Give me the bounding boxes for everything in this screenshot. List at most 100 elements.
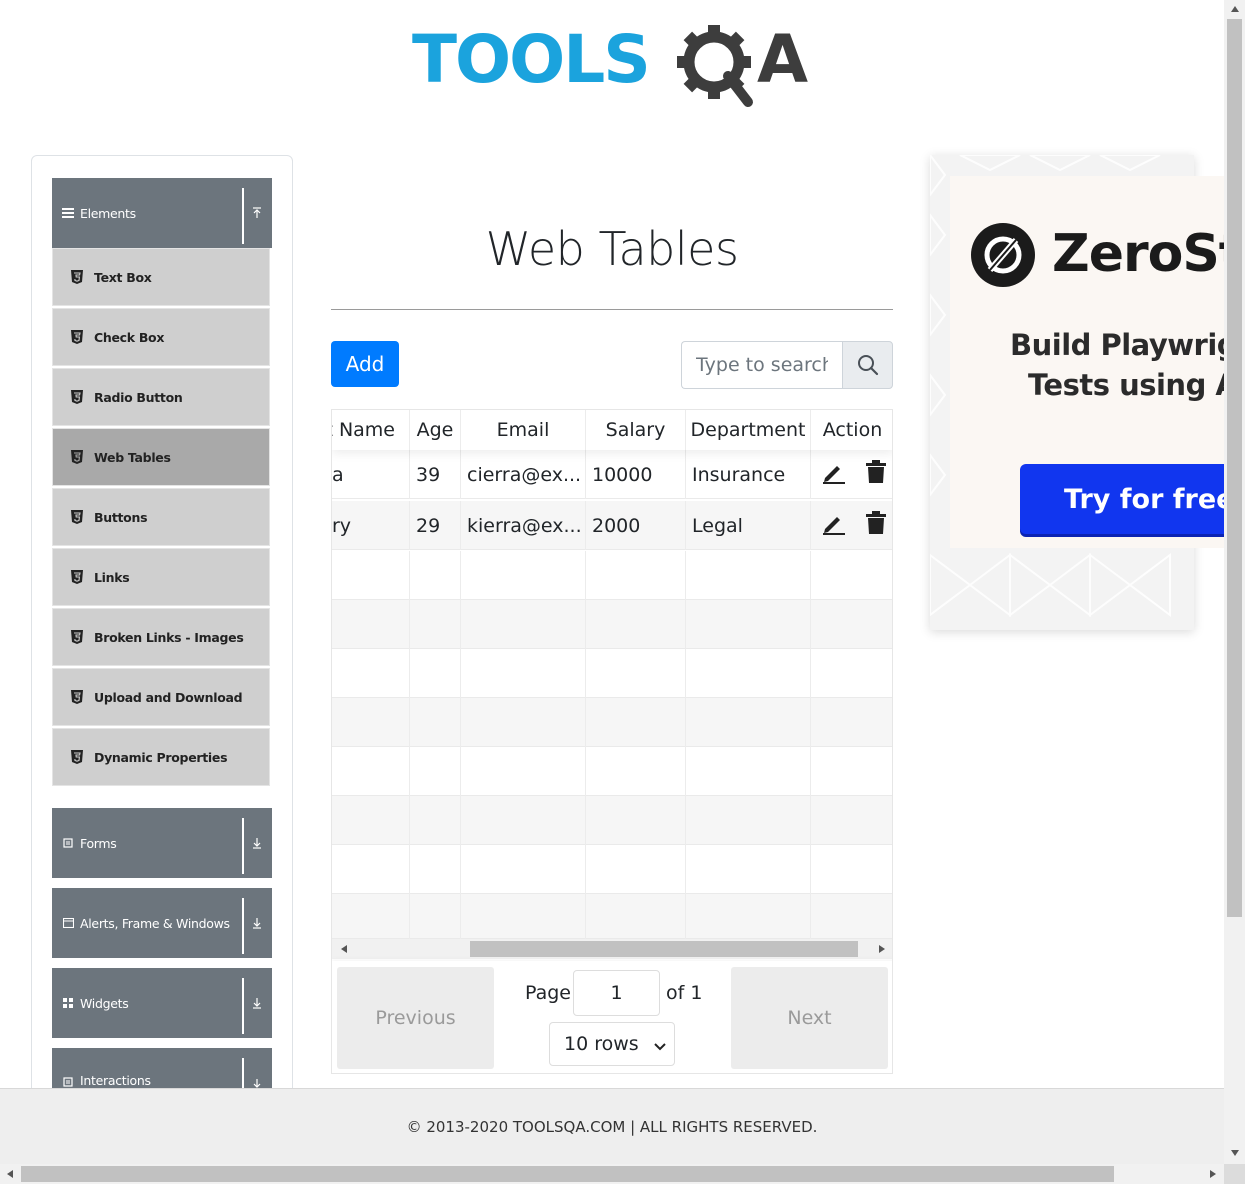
page-number-input[interactable]: [573, 970, 660, 1016]
rows-per-page-select[interactable]: 10 rows: [549, 1022, 675, 1066]
html5-icon: [70, 750, 84, 764]
search-button[interactable]: [842, 341, 893, 389]
sidebar-item-label: Dynamic Properties: [94, 749, 228, 765]
collapse-arrow-icon[interactable]: [250, 178, 264, 248]
group-interactions[interactable]: Interactions: [52, 1048, 272, 1088]
scrollbar-thumb[interactable]: [1227, 19, 1242, 917]
cell-last-name: ry: [332, 501, 410, 550]
advertisement[interactable]: ZeroSt Build Playwrig Tests using A Try …: [930, 155, 1226, 630]
html5-icon: [70, 450, 84, 464]
sidebar-item-text-box[interactable]: Text Box: [52, 248, 270, 306]
page-horizontal-scrollbar[interactable]: [0, 1164, 1224, 1184]
add-button[interactable]: Add: [331, 341, 399, 387]
scroll-left-arrow-icon[interactable]: [3, 1167, 17, 1181]
header-last-name[interactable]: t Name: [332, 410, 410, 450]
scroll-right-arrow-icon[interactable]: [1206, 1167, 1220, 1181]
group-label: Forms: [80, 835, 117, 851]
ad-brand: ZeroSt: [1052, 224, 1226, 284]
scrollbar-corner: [1224, 1164, 1245, 1184]
group-label: Elements: [80, 205, 136, 221]
sidebar-item-label: Web Tables: [94, 449, 171, 465]
header-action[interactable]: Action: [811, 410, 892, 450]
edit-icon[interactable]: [821, 460, 845, 489]
expand-arrow-icon[interactable]: [250, 808, 264, 878]
table-row-empty: [332, 894, 892, 943]
ad-headline-1: Build Playwrig: [1010, 328, 1226, 362]
header-age[interactable]: Age: [410, 410, 461, 450]
table-row-empty: [332, 845, 892, 894]
sidebar-item-label: Broken Links - Images: [94, 629, 244, 645]
delete-icon[interactable]: [865, 460, 887, 489]
cell-age: 29: [410, 501, 461, 550]
sidebar-item-label: Radio Button: [94, 389, 183, 405]
cell-age: 39: [410, 450, 461, 499]
group-forms[interactable]: Forms: [52, 808, 272, 878]
group-separator: [242, 978, 244, 1034]
toolsqa-logo[interactable]: TOOLS A: [412, 20, 816, 114]
expand-arrow-icon[interactable]: [250, 968, 264, 1038]
html5-icon: [70, 510, 84, 524]
cell-action: [811, 501, 892, 550]
scroll-down-arrow-icon[interactable]: [1228, 1146, 1242, 1160]
header-department[interactable]: Department: [686, 410, 811, 450]
web-table: t Name Age Email Salary Department Actio…: [331, 409, 893, 1074]
rows-per-page-value: 10 rows: [564, 1033, 639, 1055]
expand-arrow-icon[interactable]: [250, 1048, 264, 1088]
search-input[interactable]: [681, 341, 842, 389]
table-row-empty: [332, 649, 892, 698]
next-button[interactable]: Next: [731, 967, 888, 1069]
html5-icon: [70, 570, 84, 584]
html5-icon: [70, 330, 84, 344]
ad-try-free-button[interactable]: Try for free →: [1020, 464, 1226, 534]
logo-tools-text: TOOLS: [412, 21, 649, 98]
group-alerts-frame-windows[interactable]: Alerts, Frame & Windows: [52, 888, 272, 958]
sidebar-item-web-tables[interactable]: Web Tables: [52, 428, 270, 486]
logo-a-text: A: [757, 21, 808, 98]
sidebar-item-label: Links: [94, 569, 130, 585]
footer: © 2013-2020 TOOLSQA.COM | ALL RIGHTS RES…: [0, 1088, 1224, 1164]
group-widgets[interactable]: Widgets: [52, 968, 272, 1038]
form-icon: [62, 1076, 74, 1088]
hamburger-icon: [62, 207, 74, 219]
table-row-empty: [332, 747, 892, 796]
scroll-right-arrow-icon[interactable]: [874, 939, 890, 959]
header-email[interactable]: Email: [461, 410, 586, 450]
group-label: Interactions: [80, 1073, 151, 1088]
page-vertical-scrollbar[interactable]: [1224, 0, 1245, 1164]
sidebar-item-label: Buttons: [94, 509, 148, 525]
sidebar-item-radio-button[interactable]: Radio Button: [52, 368, 270, 426]
html5-icon: [70, 390, 84, 404]
previous-button[interactable]: Previous: [337, 967, 494, 1069]
sidebar-item-check-box[interactable]: Check Box: [52, 308, 270, 366]
edit-icon[interactable]: [821, 511, 845, 540]
header-salary[interactable]: Salary: [586, 410, 686, 450]
sidebar-item-label: Text Box: [94, 269, 152, 285]
scrollbar-thumb[interactable]: [470, 941, 858, 957]
sidebar-item-label: Check Box: [94, 329, 165, 345]
delete-icon[interactable]: [865, 511, 887, 540]
sidebar-item-buttons[interactable]: Buttons: [52, 488, 270, 546]
sidebar-item-dynamic-properties[interactable]: Dynamic Properties: [52, 728, 270, 786]
group-label: Widgets: [80, 995, 129, 1011]
table-horizontal-scrollbar[interactable]: [332, 939, 892, 959]
page-title: Web Tables: [485, 222, 739, 276]
scrollbar-thumb[interactable]: [21, 1166, 1114, 1182]
cell-email: kierra@ex...: [461, 501, 586, 550]
table-header: t Name Age Email Salary Department Actio…: [332, 410, 892, 450]
scroll-up-arrow-icon[interactable]: [1228, 2, 1242, 16]
group-separator: [242, 1058, 244, 1088]
expand-arrow-icon[interactable]: [250, 888, 264, 958]
group-separator: [242, 818, 244, 874]
table-row: a 39 cierra@ex... 10000 Insurance: [332, 450, 892, 499]
ad-card[interactable]: ZeroSt Build Playwrig Tests using A Try …: [950, 176, 1226, 548]
sidebar-item-label: Upload and Download: [94, 689, 243, 705]
sidebar-item-upload-download[interactable]: Upload and Download: [52, 668, 270, 726]
cell-action: [811, 450, 892, 499]
page-label: Page: [525, 982, 571, 1004]
sidebar-item-broken-links[interactable]: Broken Links - Images: [52, 608, 270, 666]
group-elements[interactable]: Elements: [52, 178, 272, 248]
grid-icon: [62, 997, 74, 1009]
html5-icon: [70, 630, 84, 644]
sidebar-item-links[interactable]: Links: [52, 548, 270, 606]
scroll-left-arrow-icon[interactable]: [336, 939, 352, 959]
